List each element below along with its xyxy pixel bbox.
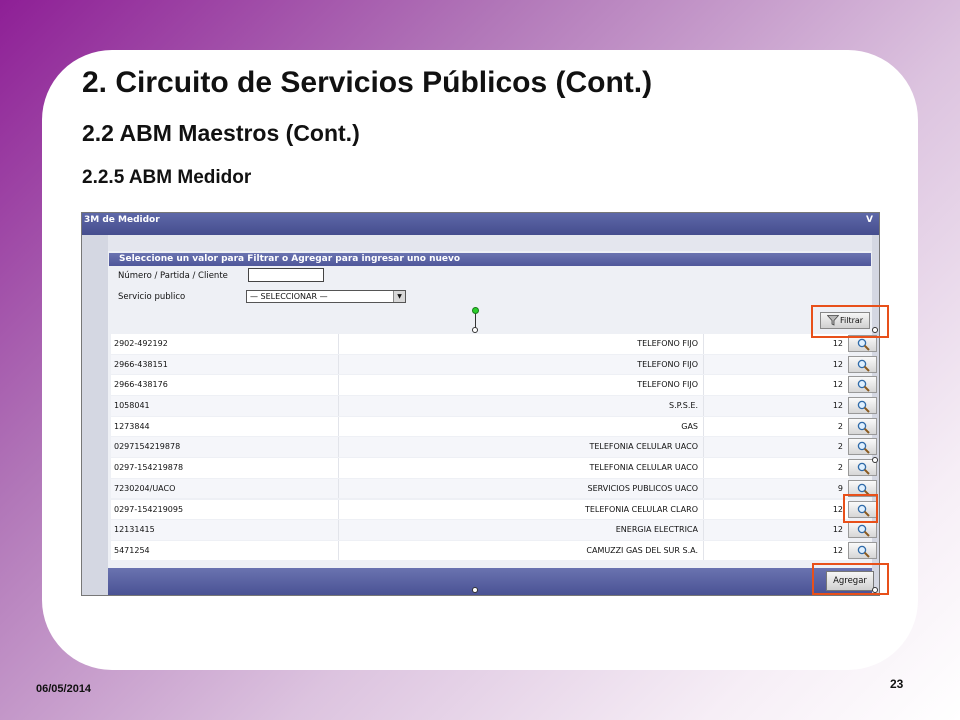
highlight-filter-button [811, 305, 889, 338]
table-row: 1273844 GAS 2 [111, 416, 877, 437]
cell-service: TELEFONO FIJO [338, 354, 701, 375]
selection-handle[interactable] [472, 587, 478, 593]
view-button[interactable] [848, 521, 877, 539]
selection-handle[interactable] [872, 327, 878, 333]
window-title-right: V [866, 215, 873, 225]
view-button[interactable] [848, 376, 877, 394]
cell-service: SERVICIOS PUBLICOS UACO [338, 478, 701, 499]
number-label: Número / Partida / Cliente [118, 271, 228, 281]
cell-number: 0297-154219095 [114, 504, 184, 514]
cell-code: 12 [703, 520, 846, 540]
view-button[interactable] [848, 397, 877, 415]
table-row: 1058041 S.P.S.E. 12 [111, 396, 877, 416]
table-row: 0297-154219878 TELEFONIA CELULAR UACO 2 [111, 458, 877, 478]
cell-code: 12 [703, 375, 846, 395]
magnifier-icon [857, 400, 870, 413]
table-row: 5471254 CAMUZZI GAS DEL SUR S.A. 12 [111, 540, 877, 561]
cell-number: 2966-438176 [114, 380, 168, 390]
cell-code: 12 [703, 499, 846, 519]
service-select[interactable]: — SELECCIONAR — ▼ [246, 290, 406, 303]
cell-code: 12 [703, 540, 846, 561]
cell-service: S.P.S.E. [338, 396, 701, 416]
magnifier-icon [857, 545, 870, 558]
cell-service: ENERGIA ELECTRICA [338, 520, 701, 540]
chevron-down-icon[interactable]: ▼ [393, 291, 405, 302]
cell-service: TELEFONO FIJO [338, 334, 701, 354]
cell-number: 0297-154219878 [114, 463, 184, 473]
slide-subtitle: 2.2 ABM Maestros (Cont.) [82, 120, 360, 146]
bottom-bar [108, 568, 872, 595]
left-strip [82, 235, 108, 595]
service-select-value: — SELECCIONAR — [250, 292, 328, 301]
panel-header: Seleccione un valor para Filtrar o Agreg… [109, 253, 871, 266]
table-row: 2966-438151 TELEFONO FIJO 12 [111, 354, 877, 375]
magnifier-icon [857, 524, 870, 537]
magnifier-icon [857, 338, 870, 351]
app-screenshot: 3M de Medidor V Seleccione un valor para… [81, 212, 880, 596]
magnifier-icon [857, 421, 870, 434]
cell-code: 12 [703, 396, 846, 416]
cell-code: 2 [703, 458, 846, 478]
cell-code: 2 [703, 437, 846, 457]
window-title: 3M de Medidor [84, 215, 160, 225]
slide-section-title: 2.2.5 ABM Medidor [82, 167, 252, 188]
slide-title: 2. Circuito de Servicios Públicos (Cont.… [82, 66, 653, 99]
cell-number: 12131415 [114, 525, 155, 535]
magnifier-icon [857, 359, 870, 372]
cell-code: 12 [703, 354, 846, 375]
cell-code: 9 [703, 478, 846, 499]
view-button[interactable] [848, 417, 877, 435]
cell-number: 1273844 [114, 421, 150, 431]
cell-service: TELEFONIA CELULAR CLARO [338, 499, 701, 519]
service-label: Servicio publico [118, 292, 186, 302]
cell-service: GAS [338, 416, 701, 437]
table-row: 2902-492192 TELEFONO FIJO 12 [111, 334, 877, 354]
table-row: 7230204/UACO SERVICIOS PUBLICOS UACO 9 [111, 478, 877, 499]
cell-service: TELEFONIA CELULAR UACO [338, 437, 701, 457]
window-header: 3M de Medidor V [82, 213, 879, 235]
table-row: 0297-154219095 TELEFONIA CELULAR CLARO 1… [111, 499, 877, 519]
cell-number: 2966-438151 [114, 359, 168, 369]
view-button[interactable] [848, 355, 877, 373]
cell-number: 2902-492192 [114, 339, 168, 348]
selection-handle[interactable] [872, 457, 878, 463]
cell-number: 0297154219878 [114, 442, 181, 452]
cell-service: TELEFONO FIJO [338, 375, 701, 395]
number-input[interactable] [248, 268, 324, 282]
cell-service: TELEFONIA CELULAR UACO [338, 458, 701, 478]
view-button[interactable] [848, 438, 877, 456]
magnifier-icon [857, 442, 870, 455]
selection-handle[interactable] [472, 327, 478, 333]
slide-page-number: 23 [890, 677, 904, 691]
highlight-view-button [843, 494, 878, 523]
cell-number: 1058041 [114, 401, 150, 411]
magnifier-icon [857, 380, 870, 393]
cell-number: 7230204/UACO [114, 483, 176, 493]
table-row: 12131415 ENERGIA ELECTRICA 12 [111, 520, 877, 540]
cell-code: 2 [703, 416, 846, 437]
selection-handle[interactable] [872, 587, 878, 593]
results-table: 2902-492192 TELEFONO FIJO 12 2966-438151… [111, 334, 877, 562]
table-row: 2966-438176 TELEFONO FIJO 12 [111, 375, 877, 395]
view-button[interactable] [848, 541, 877, 559]
cell-number: 5471254 [114, 545, 150, 555]
rotation-handle[interactable] [472, 307, 479, 314]
magnifier-icon [857, 462, 870, 475]
cell-service: CAMUZZI GAS DEL SUR S.A. [338, 540, 701, 561]
table-row: 0297154219878 TELEFONIA CELULAR UACO 2 [111, 437, 877, 457]
slide-date: 06/05/2014 [36, 683, 92, 695]
